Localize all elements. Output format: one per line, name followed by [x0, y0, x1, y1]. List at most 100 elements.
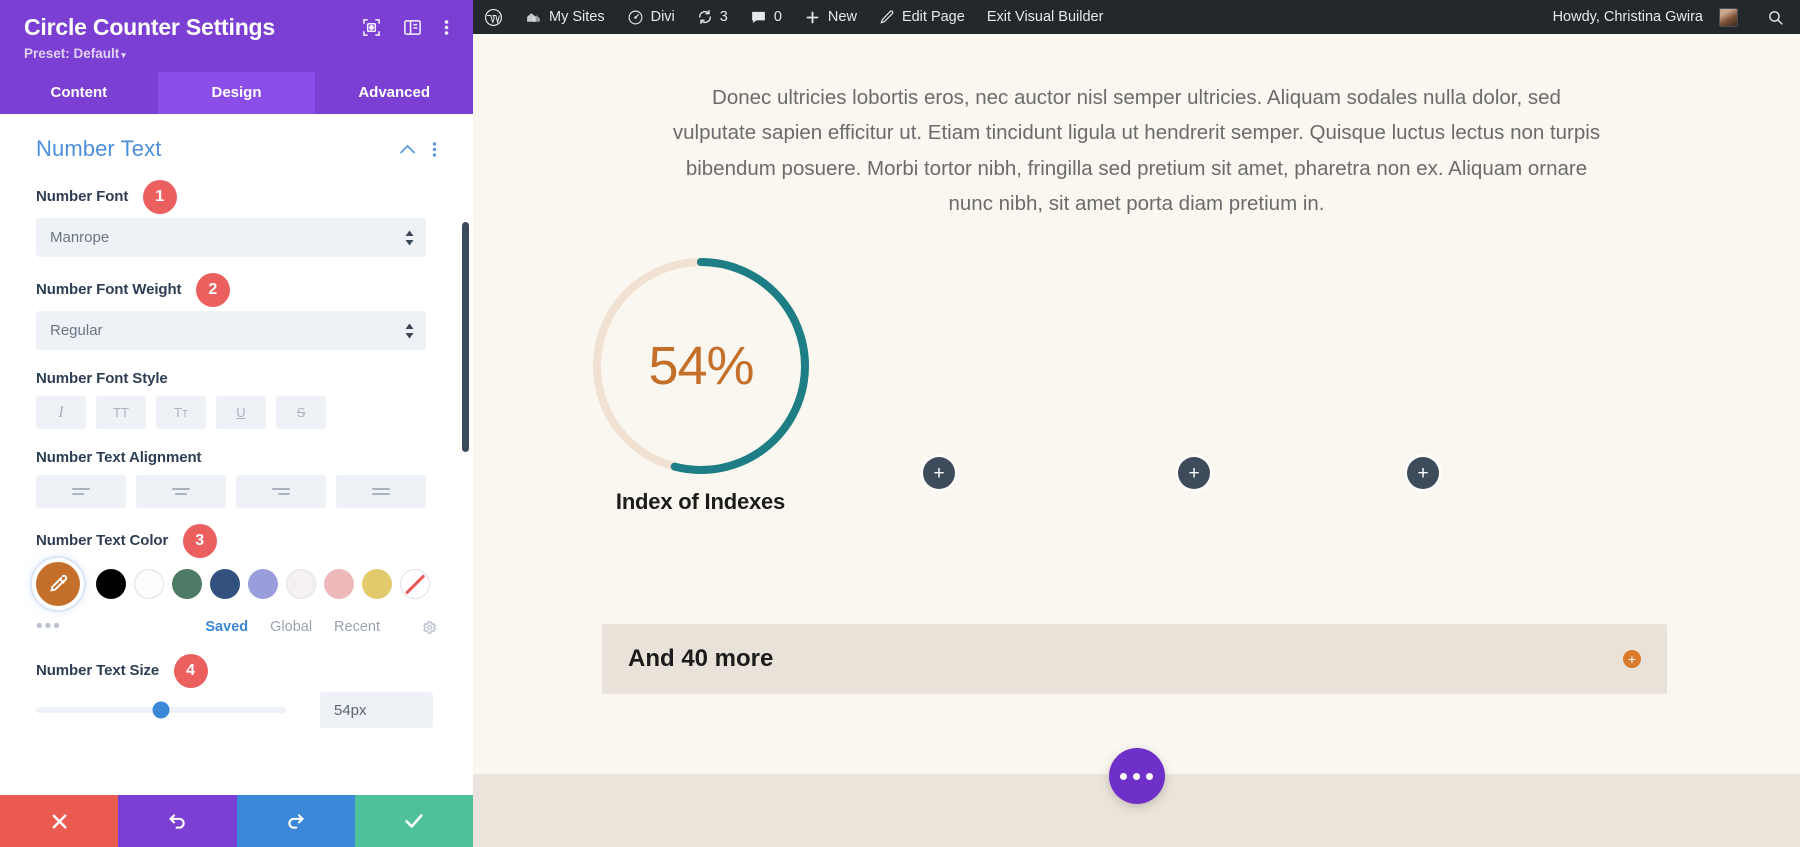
greeting-label: Howdy, Christina Gwira — [1552, 9, 1703, 25]
add-row-button[interactable]: + — [1623, 650, 1641, 668]
search-icon[interactable] — [1749, 9, 1800, 26]
tab-advanced[interactable]: Advanced — [315, 72, 473, 114]
number-text-size-input[interactable]: 54px — [320, 692, 433, 728]
field-number-font-style: Number Font Style I TT TT U S — [36, 370, 437, 429]
color-tab-recent[interactable]: Recent — [334, 619, 380, 635]
swatch-navy[interactable] — [210, 569, 240, 599]
comments[interactable]: 0 — [739, 0, 793, 34]
tab-design[interactable]: Design — [157, 72, 316, 114]
field-number-text-alignment: Number Text Alignment — [36, 449, 437, 508]
my-sites[interactable]: My Sites — [514, 0, 616, 34]
field-number-font-weight: Number Font Weight 2 Regular — [36, 273, 437, 350]
alignment-button-group — [36, 475, 437, 508]
swatch-no-color[interactable] — [400, 569, 430, 599]
align-right-button[interactable] — [236, 475, 326, 508]
scrollbar-thumb[interactable] — [462, 222, 469, 452]
strikethrough-button[interactable]: S — [276, 396, 326, 429]
redo-button[interactable] — [236, 795, 355, 847]
swatch-periwinkle[interactable] — [248, 569, 278, 599]
circle-counter-number: 54% — [648, 336, 754, 396]
color-tab-saved[interactable]: Saved — [205, 619, 248, 635]
wp-logo[interactable] — [473, 0, 514, 34]
and-more-label: And 40 more — [628, 645, 774, 672]
page-canvas: Donec ultricies lobortis eros, nec aucto… — [473, 34, 1800, 847]
divi[interactable]: Divi — [616, 0, 686, 34]
swatch-pink[interactable] — [324, 569, 354, 599]
slider-knob[interactable] — [152, 701, 170, 719]
number-text-size-label: Number Text Size — [36, 662, 160, 679]
align-justify-button[interactable] — [336, 475, 426, 508]
updates[interactable]: 3 — [686, 0, 739, 34]
panel-title: Circle Counter Settings — [24, 14, 275, 40]
circle-counter-module[interactable]: 54% — [586, 251, 816, 481]
align-center-button[interactable] — [136, 475, 226, 508]
eyedropper-icon[interactable] — [36, 562, 80, 606]
ellipsis-icon — [1117, 772, 1156, 780]
color-tab-global[interactable]: Global — [270, 619, 312, 635]
panel-header: Circle Counter Settings Preset: Default … — [0, 0, 473, 72]
section-more-options-icon[interactable] — [432, 141, 437, 158]
field-number-text-color: Number Text Color 3 ••• Saved Global Rec… — [36, 524, 437, 638]
user-greeting[interactable]: Howdy, Christina Gwira — [1542, 0, 1749, 34]
builder-menu-button[interactable] — [1108, 748, 1165, 804]
panel-scrollbar[interactable] — [462, 114, 469, 795]
new-label: New — [827, 9, 857, 25]
color-swatch-row — [36, 562, 437, 606]
panel-layout-icon[interactable] — [403, 18, 422, 37]
font-style-button-group: I TT TT U S — [36, 396, 437, 429]
cancel-button[interactable] — [0, 795, 119, 847]
new[interactable]: New — [793, 0, 868, 34]
annotation-badge-4: 4 — [173, 654, 208, 688]
number-font-weight-value: Regular — [50, 322, 103, 339]
panel-tabs: Content Design Advanced — [0, 72, 473, 114]
small-caps-button[interactable]: TT — [156, 396, 206, 429]
field-number-text-size: Number Text Size 4 54px — [36, 654, 437, 728]
number-text-size-slider[interactable] — [36, 701, 286, 719]
comments-count: 0 — [773, 9, 782, 25]
panel-footer — [0, 795, 473, 847]
add-module-button-3[interactable]: + — [1407, 457, 1439, 489]
number-font-style-label: Number Font Style — [36, 370, 168, 387]
updates-count: 3 — [719, 9, 728, 25]
more-colors-button[interactable]: ••• — [36, 616, 95, 638]
number-text-alignment-label: Number Text Alignment — [36, 449, 202, 466]
chevron-up-icon[interactable] — [399, 144, 416, 155]
swatch-yellow[interactable] — [362, 569, 392, 599]
divi-label: Divi — [650, 9, 675, 25]
save-button[interactable] — [354, 795, 473, 847]
italic-button[interactable]: I — [36, 396, 86, 429]
circle-counter-title: Index of Indexes — [615, 489, 786, 514]
align-left-button[interactable] — [36, 475, 126, 508]
swatch-black[interactable] — [96, 569, 126, 599]
add-module-button-1[interactable]: + — [923, 457, 955, 489]
number-text-color-label: Number Text Color — [36, 532, 169, 549]
chevron-updown-icon — [405, 323, 414, 338]
focus-target-icon[interactable] — [362, 18, 381, 37]
exit-visual-builder[interactable]: Exit Visual Builder — [976, 0, 1115, 34]
uppercase-button[interactable]: TT — [96, 396, 146, 429]
tab-content[interactable]: Content — [0, 72, 158, 114]
swatch-white[interactable] — [134, 569, 164, 599]
more-options-icon[interactable] — [444, 18, 449, 37]
edit-page[interactable]: Edit Page — [868, 0, 976, 34]
undo-button[interactable] — [118, 795, 237, 847]
gear-icon[interactable] — [422, 620, 437, 635]
panel-body: Number Text Number Font 1 Manrope Number… — [0, 114, 473, 795]
underline-button[interactable]: U — [216, 396, 266, 429]
edit-page-label: Edit Page — [901, 9, 965, 25]
and-more-section[interactable]: And 40 more + — [602, 624, 1667, 694]
swatch-offwhite[interactable] — [286, 569, 316, 599]
annotation-badge-1: 1 — [142, 180, 177, 214]
section-header-number-text: Number Text — [36, 136, 437, 162]
avatar — [1719, 7, 1738, 27]
add-module-button-2[interactable]: + — [1178, 457, 1210, 489]
field-number-font: Number Font 1 Manrope — [36, 180, 437, 257]
number-font-weight-label: Number Font Weight — [36, 281, 182, 298]
number-font-value: Manrope — [50, 229, 110, 246]
counter-row: 54% Index of Indexes + + + — [473, 251, 1800, 514]
number-font-weight-select[interactable]: Regular — [36, 311, 426, 350]
module-settings-panel: Circle Counter Settings Preset: Default … — [0, 0, 473, 847]
swatch-green[interactable] — [172, 569, 202, 599]
number-font-select[interactable]: Manrope — [36, 218, 426, 257]
preset-selector[interactable]: Preset: Default ▾ — [24, 46, 126, 61]
